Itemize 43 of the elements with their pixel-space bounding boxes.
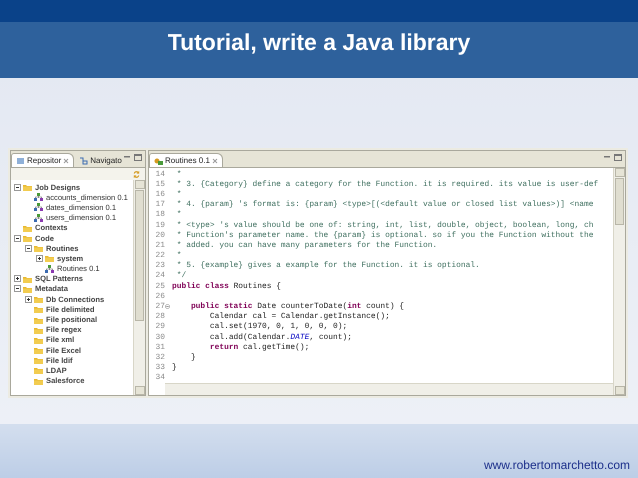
collapse-icon[interactable]	[14, 285, 21, 292]
sync-icon[interactable]	[132, 170, 141, 178]
folder-icon	[34, 305, 43, 314]
close-icon[interactable]	[63, 158, 70, 164]
website-url[interactable]: www.robertomarchetto.com	[484, 458, 630, 472]
vertical-scrollbar[interactable]	[613, 168, 625, 395]
view-tab[interactable]: Navigato	[74, 153, 127, 167]
expand-icon[interactable]	[25, 296, 32, 303]
collapse-icon[interactable]	[14, 234, 21, 242]
routine-icon	[154, 156, 163, 164]
folder-icon	[23, 274, 32, 283]
folder-icon	[34, 336, 43, 344]
maximize-icon[interactable]	[134, 154, 142, 161]
folder-icon	[34, 366, 43, 374]
job-icon	[34, 193, 43, 202]
collapse-icon[interactable]	[14, 184, 21, 191]
navigator-icon	[79, 156, 88, 164]
job-icon	[34, 214, 43, 222]
folder-icon	[45, 254, 54, 262]
vertical-scrollbar[interactable]	[133, 180, 145, 395]
close-icon[interactable]	[212, 158, 218, 164]
folder-icon	[34, 346, 43, 354]
folder-icon	[23, 183, 32, 192]
job-icon	[45, 264, 54, 273]
horizontal-scrollbar[interactable]	[165, 383, 613, 395]
view-tab[interactable]: Routines 0.1	[149, 153, 223, 167]
collapse-icon[interactable]	[25, 244, 32, 252]
maximize-icon[interactable]	[614, 154, 622, 161]
folder-icon	[34, 326, 43, 334]
folder-icon	[34, 295, 43, 304]
job-icon	[34, 203, 43, 212]
repository-icon	[16, 156, 25, 164]
folder-icon	[34, 356, 43, 364]
expand-icon[interactable]	[14, 275, 21, 282]
folder-icon	[23, 224, 32, 232]
expand-icon[interactable]	[36, 254, 43, 262]
folder-icon	[23, 284, 32, 293]
view-tab[interactable]: Repositor	[11, 153, 74, 167]
folder-icon	[34, 244, 43, 252]
slide-title: Tutorial, write a Java library	[168, 28, 470, 56]
folder-icon	[34, 316, 43, 324]
folder-icon	[23, 234, 32, 242]
folder-icon	[34, 376, 43, 385]
